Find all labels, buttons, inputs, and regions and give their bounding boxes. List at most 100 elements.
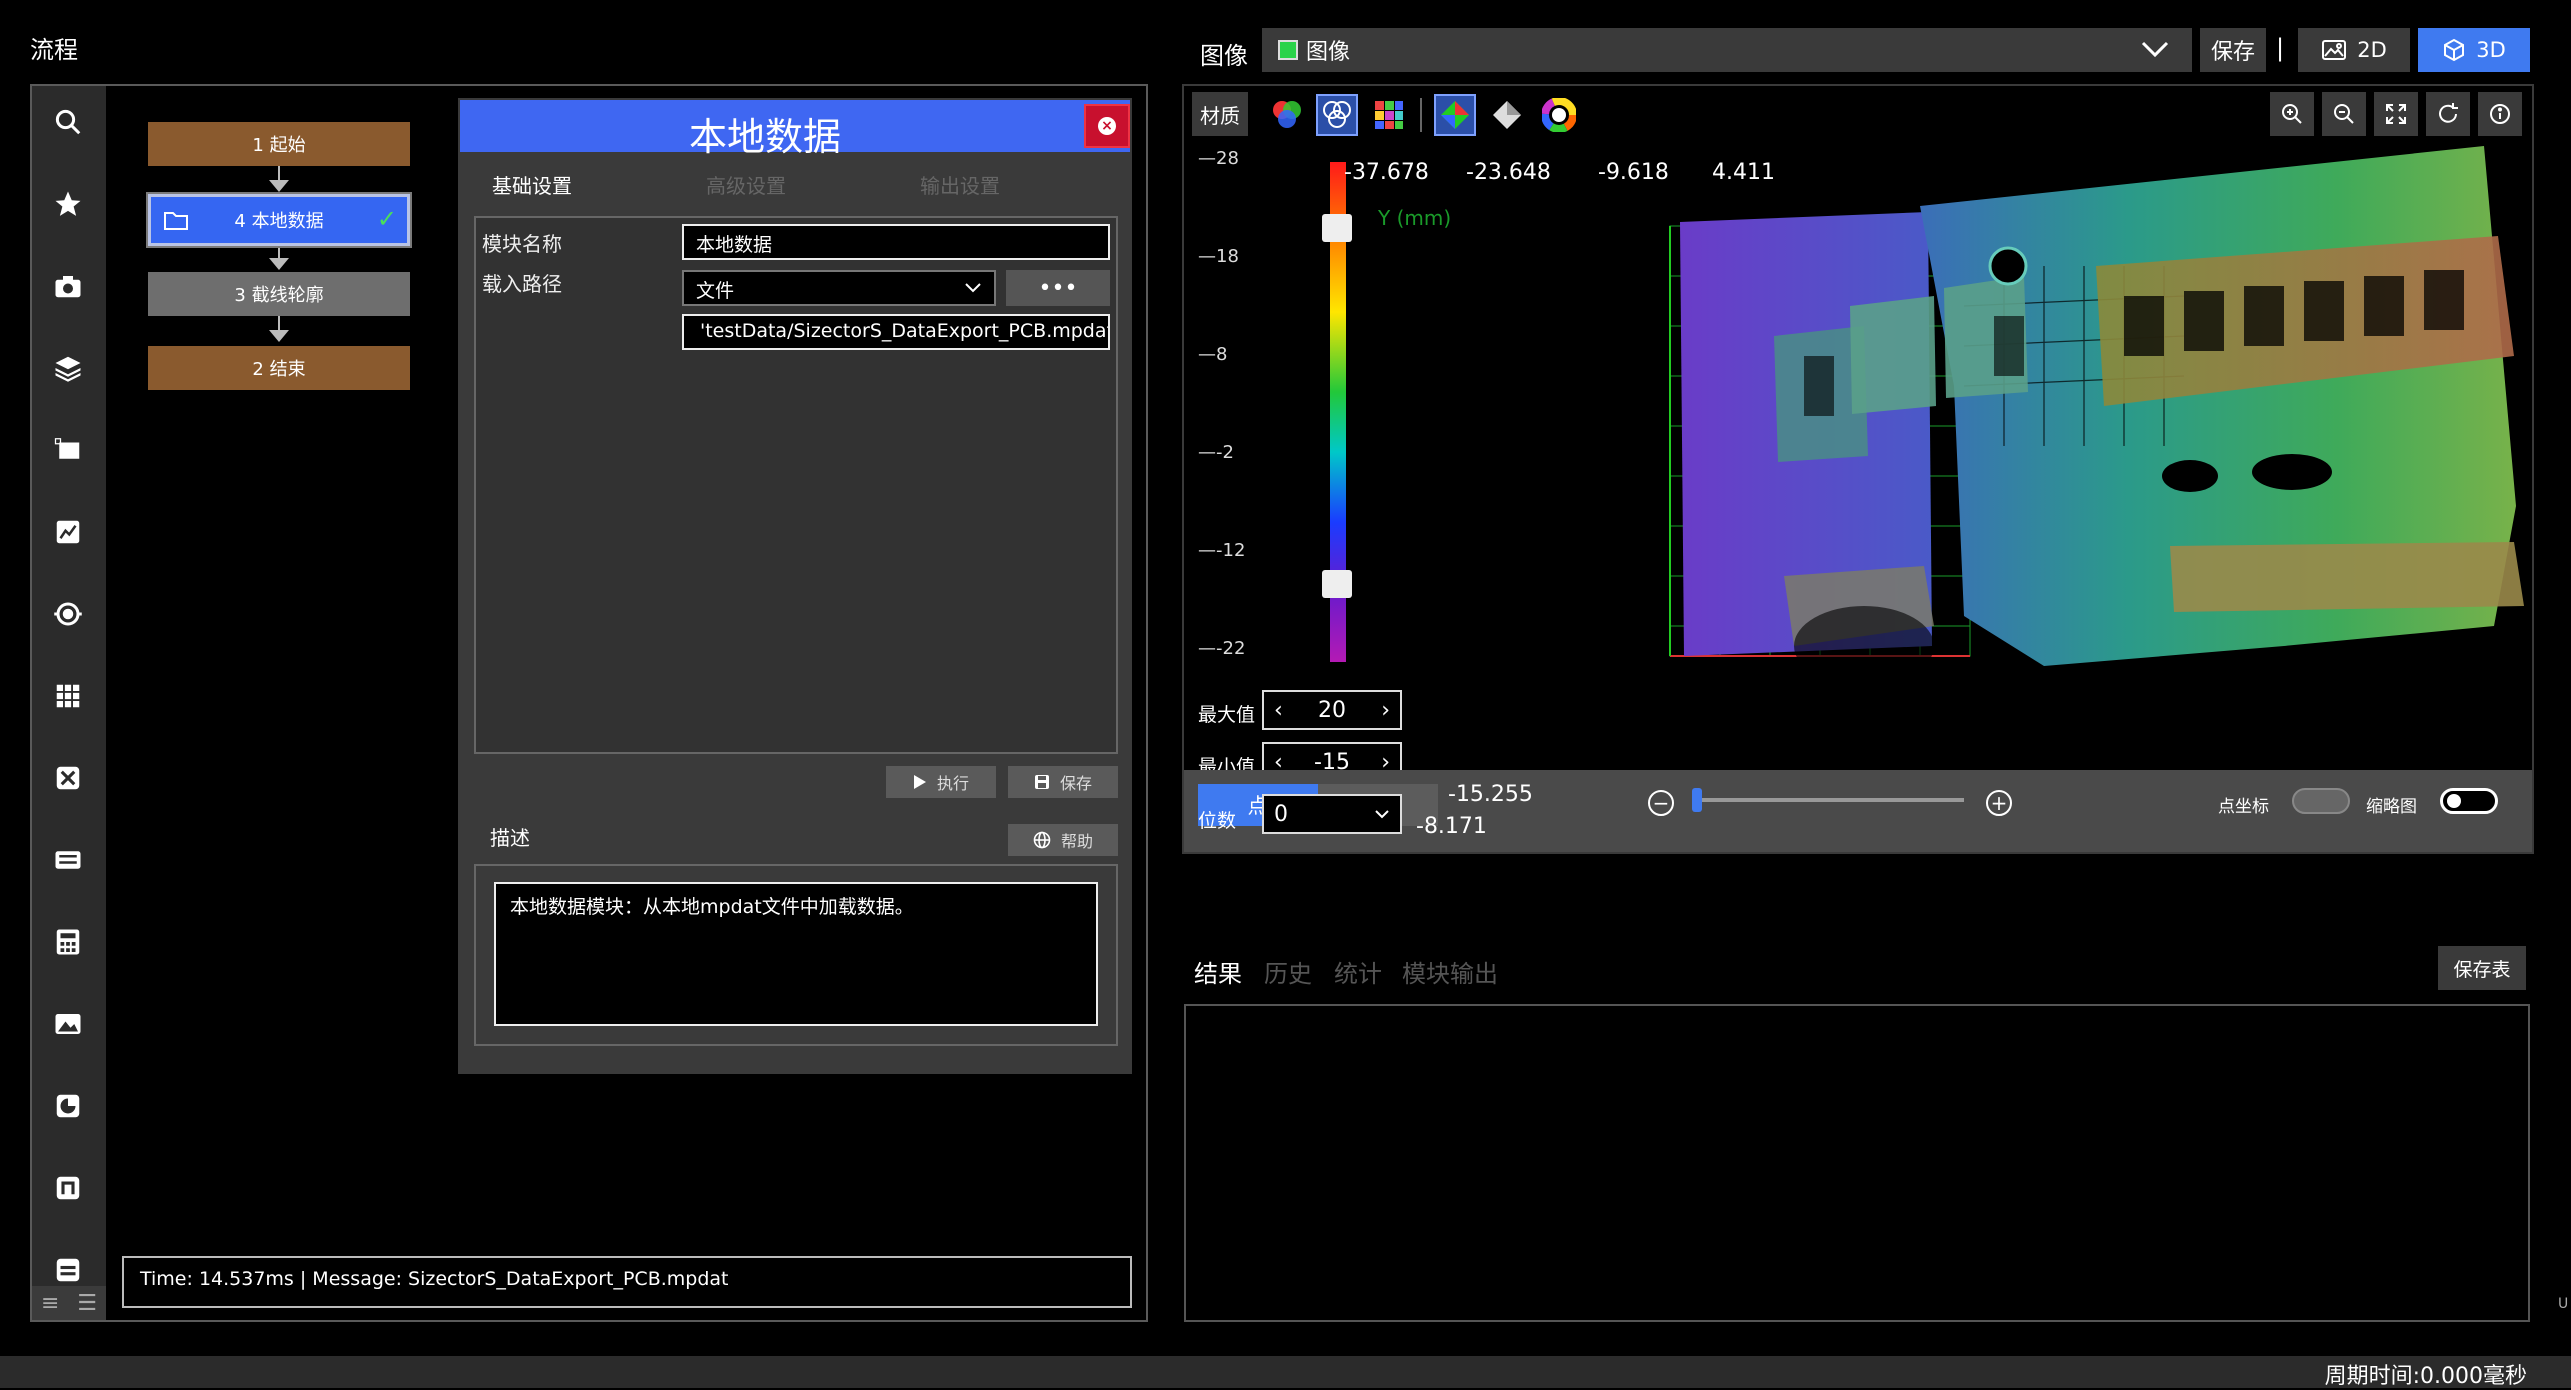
save-icon xyxy=(1034,775,1049,789)
strip-bottom-bar: ≡ ☰ xyxy=(32,1286,106,1320)
x-tick-label: -37.678 xyxy=(1344,160,1429,185)
save-table-button[interactable]: 保存表 xyxy=(2438,946,2526,990)
layers-icon[interactable] xyxy=(46,346,90,390)
module-name-label: 模块名称 xyxy=(482,232,562,256)
point-coord-label: 点坐标 xyxy=(2218,797,2269,817)
max-value-label: 最大值 xyxy=(1198,704,1256,726)
view-3d-button[interactable]: 3D xyxy=(2418,28,2530,72)
y-axis-label: Y (mm) xyxy=(1378,206,1452,230)
chevron-down-icon xyxy=(2141,41,2169,58)
load-type-select[interactable]: 文件 xyxy=(682,270,996,306)
module-name-input[interactable]: 本地数据 xyxy=(682,224,1110,260)
camera-icon[interactable] xyxy=(46,264,90,308)
chart-icon[interactable] xyxy=(46,1084,90,1128)
help-button[interactable]: 帮助 xyxy=(1008,824,1118,856)
image-color-swatch xyxy=(1278,40,1298,60)
color-wheel-icon[interactable] xyxy=(1538,94,1580,136)
flow-arrow xyxy=(269,316,289,342)
colorbar-max-handle[interactable] xyxy=(1322,214,1352,242)
y-tick-label: —18 xyxy=(1198,246,1239,267)
image-edit-icon[interactable] xyxy=(46,510,90,554)
thumbnail-toggle[interactable] xyxy=(2440,788,2498,814)
3d-viewer[interactable]: 材质 —28 —18 —8 —-2 —-12 —-22 -37.678 -23.… xyxy=(1182,84,2534,854)
zoom-out-round-icon[interactable]: − xyxy=(1648,790,1674,816)
path-input[interactable]: 'testData/SizectorS_DataExport_PCB.mpdat xyxy=(682,314,1110,350)
flow-node-profile[interactable]: 3 截线轮廓 xyxy=(148,272,410,316)
flow-arrow xyxy=(269,248,289,270)
execute-button[interactable]: 执行 xyxy=(886,766,996,798)
play-icon xyxy=(913,775,926,789)
reset-view-icon[interactable] xyxy=(2426,92,2470,136)
max-value-spinner[interactable]: ‹ 20 › xyxy=(1262,690,1402,730)
increment-icon[interactable]: › xyxy=(1381,698,1390,723)
flow-node-end[interactable]: 2 结束 xyxy=(148,346,410,390)
description-textarea[interactable]: 本地数据模块：从本地mpdat文件中加载数据。 xyxy=(494,882,1098,1026)
browse-button[interactable]: ••• xyxy=(1006,270,1110,306)
keyboard-icon[interactable] xyxy=(46,838,90,882)
footer-bar xyxy=(0,1356,2571,1388)
thumbnail-label: 缩略图 xyxy=(2366,797,2417,817)
tab-history[interactable]: 历史 xyxy=(1264,954,1312,989)
info-icon[interactable] xyxy=(2478,92,2522,136)
point-cloud-render xyxy=(1669,146,2524,686)
module-dialog: 本地数据 × 基础设置 高级设置 输出设置 模块名称 本地数据 载入路径 文件 … xyxy=(458,98,1132,1074)
separator: | xyxy=(2276,34,2285,62)
texture-material-icon[interactable] xyxy=(1368,94,1410,136)
list-icon[interactable]: ☰ xyxy=(77,1291,97,1316)
filter-icon[interactable]: ≡ xyxy=(41,1291,59,1316)
image-label: 图像 xyxy=(1200,42,1248,70)
image-icon xyxy=(2322,40,2347,60)
blend-material-icon[interactable] xyxy=(1316,94,1358,136)
description-box: 本地数据模块：从本地mpdat文件中加载数据。 xyxy=(474,864,1118,1046)
settings-box: 模块名称 本地数据 载入路径 文件 ••• 'testData/Sizector… xyxy=(474,216,1118,754)
material-button[interactable]: 材质 xyxy=(1192,92,1248,136)
save-image-button[interactable]: 保存 xyxy=(2200,28,2266,72)
point-size-slider[interactable] xyxy=(1694,798,1964,802)
digits-label: 位数 xyxy=(1198,810,1237,832)
calculator-icon[interactable] xyxy=(46,920,90,964)
tools-icon[interactable] xyxy=(46,756,90,800)
rgb-material-icon[interactable] xyxy=(1266,94,1308,136)
search-icon[interactable] xyxy=(46,100,90,144)
decrement-icon[interactable]: ‹ xyxy=(1274,698,1283,723)
results-area xyxy=(1184,1004,2530,1322)
image-select[interactable]: 图像 xyxy=(1262,28,2192,72)
tab-advanced-settings[interactable]: 高级设置 xyxy=(706,170,786,199)
x-tick-label: 4.411 xyxy=(1712,160,1775,185)
corner-value: -15.255 xyxy=(1448,782,1533,807)
x-tick-label: -23.648 xyxy=(1466,160,1551,185)
height-color-icon[interactable] xyxy=(1434,94,1476,136)
colorbar-min-handle[interactable] xyxy=(1322,570,1352,598)
picture-icon[interactable] xyxy=(46,1002,90,1046)
crop-icon[interactable] xyxy=(46,428,90,472)
flow-node-local-data[interactable]: 4 本地数据 ✓ xyxy=(146,192,412,248)
view-2d-button[interactable]: 2D xyxy=(2298,28,2410,72)
flow-node-start[interactable]: 1 起始 xyxy=(148,122,410,166)
edge-letter: U xyxy=(2558,1296,2569,1312)
x-tick-label: -9.618 xyxy=(1598,160,1669,185)
fit-view-icon[interactable] xyxy=(2374,92,2418,136)
point-coord-toggle[interactable] xyxy=(2292,788,2350,814)
target-icon[interactable] xyxy=(46,592,90,636)
zoom-in-icon[interactable] xyxy=(2270,92,2314,136)
close-button[interactable]: × xyxy=(1084,104,1130,148)
slider-knob[interactable] xyxy=(1692,788,1702,812)
corner-value: -8.171 xyxy=(1416,814,1487,839)
save-module-button[interactable]: 保存 xyxy=(1008,766,1118,798)
tool-strip: ≡ ☰ xyxy=(32,86,106,1320)
loop-icon[interactable] xyxy=(46,1166,90,1210)
digits-select[interactable]: 0 xyxy=(1262,794,1402,834)
grid-icon[interactable] xyxy=(46,674,90,718)
y-tick-label: —-22 xyxy=(1198,638,1246,659)
zoom-in-round-icon[interactable]: + xyxy=(1986,790,2012,816)
tab-results[interactable]: 结果 xyxy=(1194,954,1242,989)
gray-shading-icon[interactable] xyxy=(1486,94,1528,136)
star-icon[interactable] xyxy=(46,182,90,226)
load-path-label: 载入路径 xyxy=(482,272,562,296)
tab-basic-settings[interactable]: 基础设置 xyxy=(492,170,572,199)
tab-statistics[interactable]: 统计 xyxy=(1334,954,1382,989)
zoom-out-icon[interactable] xyxy=(2322,92,2366,136)
status-bar: Time: 14.537ms | Message: SizectorS_Data… xyxy=(122,1256,1132,1308)
tab-module-output[interactable]: 模块输出 xyxy=(1402,954,1498,989)
tab-output-settings[interactable]: 输出设置 xyxy=(920,170,1000,199)
